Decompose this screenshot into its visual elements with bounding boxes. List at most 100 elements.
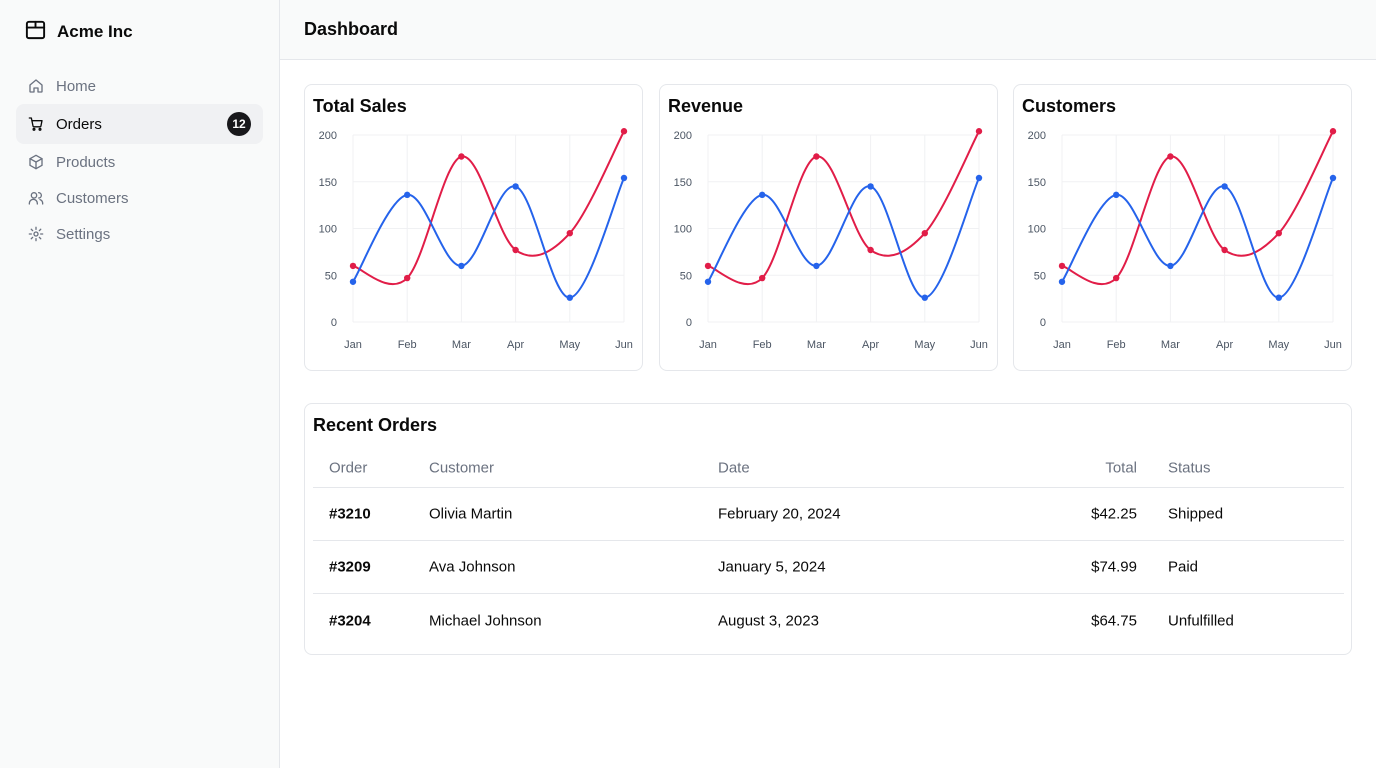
order-date: February 20, 2024 <box>718 505 841 523</box>
data-point <box>975 128 983 135</box>
order-total: $42.25 <box>1091 505 1137 523</box>
data-point <box>349 278 357 285</box>
y-tick-label: 100 <box>1028 224 1046 236</box>
x-tick-label: Jun <box>970 339 988 351</box>
column-header-customer[interactable]: Customer <box>429 459 494 476</box>
table-row[interactable]: #3209 Ava Johnson January 5, 2024 $74.99… <box>313 541 1344 594</box>
x-tick-label: Apr <box>507 339 524 351</box>
data-point <box>759 274 766 282</box>
column-header-date[interactable]: Date <box>718 459 750 476</box>
column-header-status[interactable]: Status <box>1168 459 1211 476</box>
x-tick-label: Jan <box>344 339 362 351</box>
y-tick-label: 50 <box>1034 270 1046 282</box>
data-point <box>867 183 874 190</box>
sidebar-item-settings[interactable]: Settings <box>16 216 263 252</box>
data-point <box>867 246 874 254</box>
data-point <box>349 262 357 270</box>
x-tick-label: May <box>914 339 935 351</box>
revenue-card: Revenue 0 50 100 150 200 Jan Feb Mar Apr May Jun <box>659 84 998 371</box>
y-tick-label: 0 <box>686 317 692 329</box>
brand-name: Acme Inc <box>57 22 133 41</box>
column-header-order[interactable]: Order <box>329 459 367 476</box>
data-point <box>512 246 519 254</box>
series-line-1 <box>707 130 980 286</box>
x-tick-label: Feb <box>1107 339 1126 351</box>
order-total: $64.75 <box>1091 612 1137 629</box>
sidebar-item-products[interactable]: Products <box>16 144 263 180</box>
x-tick-label: Mar <box>452 339 471 351</box>
orders-count-badge: 12 <box>227 112 251 136</box>
data-point <box>1221 246 1228 254</box>
sidebar-item-label: Products <box>56 153 116 171</box>
table-row[interactable]: #3210 Olivia Martin February 20, 2024 $4… <box>313 488 1344 541</box>
customers-chart: 0 50 100 150 200 Jan Feb Mar Apr May Jun <box>1028 128 1342 351</box>
order-id: #3204 <box>329 612 371 629</box>
customers-card: Customers 0 50 100 150 200 Jan Feb Mar Apr May Jun <box>1013 84 1352 371</box>
data-point <box>1167 153 1174 160</box>
x-tick-label: Feb <box>398 339 417 351</box>
y-tick-label: 50 <box>680 270 692 282</box>
brand[interactable]: Acme Inc <box>24 18 133 46</box>
data-point <box>921 229 928 237</box>
recent-orders-card: Recent Orders Order Customer Date Total … <box>304 403 1352 655</box>
data-point <box>759 191 766 199</box>
y-tick-label: 150 <box>319 177 337 189</box>
y-tick-label: 200 <box>674 130 692 142</box>
data-point <box>1058 278 1066 285</box>
y-tick-label: 150 <box>1028 177 1046 189</box>
sidebar-item-orders[interactable]: Orders 12 <box>16 104 263 144</box>
y-tick-label: 0 <box>1040 317 1046 329</box>
data-point <box>1275 294 1282 301</box>
data-point <box>1058 262 1066 270</box>
order-status: Shipped <box>1168 505 1224 523</box>
data-point <box>458 153 465 160</box>
data-point <box>921 294 928 301</box>
sidebar-nav: Home Orders 12 Products Customers Settin… <box>16 68 263 252</box>
data-point <box>813 262 820 270</box>
data-point <box>566 229 573 237</box>
sidebar-item-label: Settings <box>56 225 111 243</box>
data-point <box>1221 183 1228 190</box>
x-tick-label: Apr <box>862 339 879 351</box>
y-tick-label: 50 <box>325 270 337 282</box>
x-tick-label: Jan <box>699 339 717 351</box>
order-id: #3209 <box>329 558 371 576</box>
orders-table: Order Customer Date Total Status #3210 O… <box>313 448 1344 647</box>
order-status: Unfulfilled <box>1168 612 1234 629</box>
sidebar-item-label: Orders <box>56 115 102 133</box>
total-sales-card: Total Sales 0 50 100 150 200 Jan Feb Mar Apr May J… <box>304 84 643 371</box>
sidebar: Acme Inc Home Orders 12 Products Custome… <box>0 0 280 768</box>
order-customer: Michael Johnson <box>429 612 542 629</box>
order-customer: Ava Johnson <box>429 558 516 576</box>
data-point <box>1329 174 1337 182</box>
order-total: $74.99 <box>1091 558 1137 576</box>
x-tick-label: May <box>1268 339 1289 351</box>
home-icon <box>28 78 44 94</box>
x-tick-label: Jun <box>1324 339 1342 351</box>
data-point <box>975 174 983 182</box>
data-point <box>704 278 712 285</box>
x-tick-label: Jun <box>615 339 633 351</box>
y-tick-label: 100 <box>674 224 692 236</box>
data-point <box>704 262 712 270</box>
sidebar-item-label: Home <box>56 77 97 95</box>
order-date: January 5, 2024 <box>718 558 826 576</box>
recent-orders-title: Recent Orders <box>313 415 438 435</box>
sidebar-item-home[interactable]: Home <box>16 68 263 104</box>
data-point <box>404 191 411 199</box>
data-point <box>1113 191 1120 199</box>
table-header-row: Order Customer Date Total Status <box>313 448 1344 488</box>
data-point <box>458 262 465 270</box>
order-status: Paid <box>1168 558 1199 576</box>
data-point <box>1113 274 1120 282</box>
sidebar-item-label: Customers <box>56 189 129 207</box>
y-tick-label: 200 <box>1028 130 1046 142</box>
data-point <box>1329 128 1337 135</box>
top-bar: Dashboard <box>280 0 1376 60</box>
sidebar-item-customers[interactable]: Customers <box>16 180 263 216</box>
table-row[interactable]: #3204 Michael Johnson August 3, 2023 $64… <box>313 594 1344 647</box>
data-point <box>566 294 573 301</box>
column-header-total[interactable]: Total <box>1105 459 1137 476</box>
x-tick-label: May <box>559 339 580 351</box>
series-line-1 <box>1061 130 1334 286</box>
